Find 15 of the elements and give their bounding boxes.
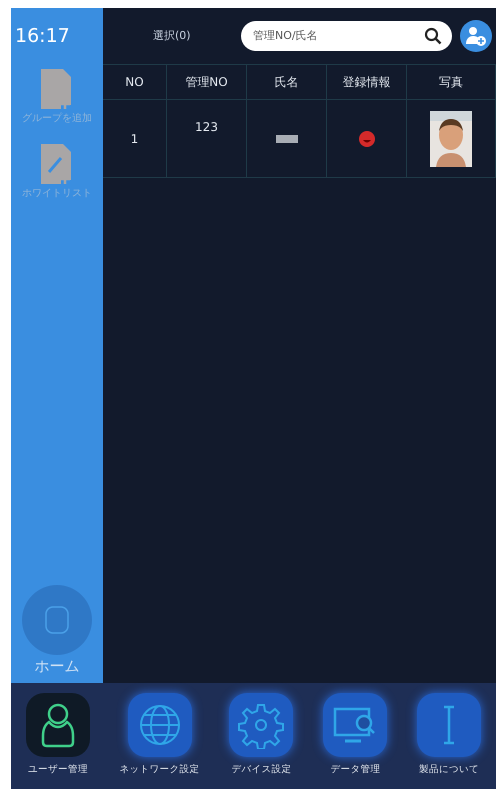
search-icon xyxy=(424,27,442,45)
settings-icon xyxy=(237,701,286,749)
column-header: NO xyxy=(103,65,167,100)
column-header: 登録情報 xyxy=(327,65,407,100)
clock: 16:17 xyxy=(14,24,70,49)
home-icon xyxy=(44,604,70,634)
add-user-icon xyxy=(465,25,487,47)
column-header: 写真 xyxy=(407,65,496,100)
column-header: 管理NO xyxy=(167,65,247,100)
table-cell: 123 xyxy=(167,100,247,178)
table-cell: 1 xyxy=(103,100,167,178)
selection-count: 選択(0) xyxy=(153,28,192,44)
column-header: 氏名 xyxy=(247,65,327,100)
search-bar[interactable]: 管理NO/氏名 xyxy=(241,21,452,51)
add-user-button[interactable] xyxy=(460,20,492,52)
